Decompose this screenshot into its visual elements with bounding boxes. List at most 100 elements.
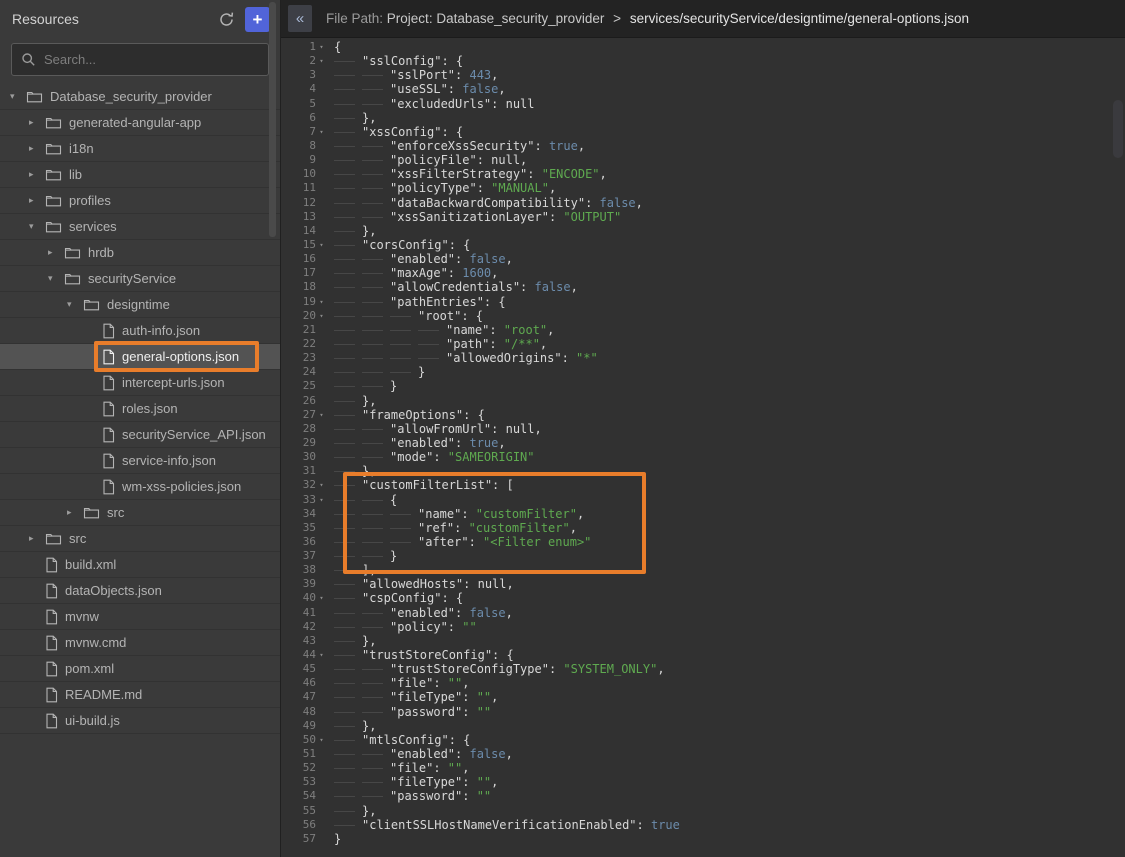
tree-caret-icon[interactable]: ▾ bbox=[29, 221, 45, 232]
tree-item[interactable]: mvnw.cmd bbox=[0, 630, 280, 656]
collapse-panel-button[interactable]: « bbox=[288, 5, 312, 32]
tree-caret-icon[interactable]: ▸ bbox=[29, 117, 45, 128]
sidebar-scrollbar-thumb[interactable] bbox=[269, 2, 276, 237]
tree-item[interactable]: README.md bbox=[0, 682, 280, 708]
token-plain: , bbox=[491, 68, 498, 82]
tree-item[interactable]: wm-xss-policies.json bbox=[0, 474, 280, 500]
tree-item-label: hrdb bbox=[88, 245, 114, 260]
fold-caret-icon[interactable]: ▾ bbox=[316, 40, 327, 54]
code-text: "frameOptions": { bbox=[334, 408, 485, 422]
tree-item[interactable]: service-info.json bbox=[0, 448, 280, 474]
tree-item[interactable]: ▾ designtime bbox=[0, 292, 280, 318]
line-number: 45 bbox=[282, 662, 316, 676]
token-plain: , bbox=[577, 507, 584, 521]
tree-caret-icon[interactable]: ▸ bbox=[29, 533, 45, 544]
indent-guides bbox=[334, 761, 390, 775]
code-text: "pathEntries": { bbox=[334, 295, 506, 309]
token-plain: }, bbox=[362, 804, 376, 818]
indent-guides bbox=[334, 705, 390, 719]
tree-item[interactable]: ▸ generated-angular-app bbox=[0, 110, 280, 136]
code-line: 46 "file": "", bbox=[281, 676, 1125, 690]
tree-item[interactable]: ▾ services bbox=[0, 214, 280, 240]
tree-caret-icon[interactable]: ▸ bbox=[29, 195, 45, 206]
tree-item[interactable]: ▸ i18n bbox=[0, 136, 280, 162]
fold-caret-icon[interactable]: ▾ bbox=[316, 408, 327, 422]
fold-caret-icon[interactable]: ▾ bbox=[316, 54, 327, 68]
code-line: 37 } bbox=[281, 549, 1125, 563]
code-text: "policyType": "MANUAL", bbox=[334, 181, 556, 195]
line-gutter: 56 bbox=[281, 818, 327, 832]
tree-caret-icon[interactable]: ▸ bbox=[29, 169, 45, 180]
fold-caret-icon[interactable]: ▾ bbox=[316, 478, 327, 492]
tree-item[interactable]: auth-info.json bbox=[0, 318, 280, 344]
code-text: }, bbox=[334, 394, 376, 408]
token-plain: "cspConfig": { bbox=[362, 591, 463, 605]
code-line: 10 "xssFilterStrategy": "ENCODE", bbox=[281, 167, 1125, 181]
tree-caret-icon[interactable]: ▾ bbox=[67, 299, 83, 310]
code-line: 31 }, bbox=[281, 464, 1125, 478]
search-input[interactable] bbox=[44, 52, 259, 67]
indent-guides bbox=[334, 125, 362, 139]
line-number: 47 bbox=[282, 690, 316, 704]
line-gutter: 12 bbox=[281, 196, 327, 210]
code-text: }, bbox=[334, 111, 376, 125]
tree-item-label: src bbox=[69, 531, 86, 546]
add-resource-button[interactable]: + bbox=[245, 7, 270, 32]
code-text: }, bbox=[334, 719, 376, 733]
indent-guides bbox=[334, 535, 418, 549]
tree-item[interactable]: ▾ securityService bbox=[0, 266, 280, 292]
token-atom: false bbox=[469, 747, 505, 761]
tree-item[interactable]: ▸ src bbox=[0, 526, 280, 552]
code-editor[interactable]: 1 ▾ { 2 ▾ "sslConfig": { 3 "sslPort": 44… bbox=[281, 38, 1125, 857]
token-atom: false bbox=[600, 196, 636, 210]
tree-item[interactable]: securityService_API.json bbox=[0, 422, 280, 448]
token-plain: "password": bbox=[390, 789, 477, 803]
token-plain: "mtlsConfig": { bbox=[362, 733, 470, 747]
fold-caret-icon[interactable]: ▾ bbox=[316, 648, 327, 662]
tree-caret-icon[interactable]: ▸ bbox=[48, 247, 64, 258]
tree-item[interactable]: ▾ Database_security_provider bbox=[0, 84, 280, 110]
token-plain: , bbox=[570, 521, 577, 535]
tree-item[interactable]: ▸ profiles bbox=[0, 188, 280, 214]
tree-caret-icon[interactable]: ▾ bbox=[48, 273, 64, 284]
indent-guides bbox=[334, 606, 390, 620]
code-line: 33 ▾ { bbox=[281, 493, 1125, 507]
code-text: "path": "/**", bbox=[334, 337, 547, 351]
tree-caret-icon[interactable]: ▾ bbox=[10, 91, 26, 102]
line-gutter: 55 bbox=[281, 804, 327, 818]
tree-item[interactable]: pom.xml bbox=[0, 656, 280, 682]
refresh-button[interactable] bbox=[215, 8, 237, 30]
tree-item[interactable]: mvnw bbox=[0, 604, 280, 630]
search-box[interactable] bbox=[11, 43, 269, 76]
tree-item[interactable]: general-options.json bbox=[0, 344, 280, 370]
tree-item[interactable]: build.xml bbox=[0, 552, 280, 578]
token-plain: "name": bbox=[418, 507, 476, 521]
tree-caret-icon[interactable]: ▸ bbox=[29, 143, 45, 154]
code-text: "clientSSLHostNameVerificationEnabled": … bbox=[334, 818, 680, 832]
line-gutter: 41 bbox=[281, 606, 327, 620]
line-gutter: 3 bbox=[281, 68, 327, 82]
code-line: 57 } bbox=[281, 832, 1125, 846]
fold-caret-icon[interactable]: ▾ bbox=[316, 125, 327, 139]
tree-item[interactable]: ▸ lib bbox=[0, 162, 280, 188]
fold-caret-icon[interactable]: ▾ bbox=[316, 493, 327, 507]
editor-scrollbar-thumb[interactable] bbox=[1113, 100, 1123, 158]
line-number: 32 bbox=[282, 478, 316, 492]
fold-caret-icon[interactable]: ▾ bbox=[316, 591, 327, 605]
line-gutter: 45 bbox=[281, 662, 327, 676]
tree-item[interactable]: dataObjects.json bbox=[0, 578, 280, 604]
tree-item[interactable]: roles.json bbox=[0, 396, 280, 422]
fold-caret-icon[interactable]: ▾ bbox=[316, 295, 327, 309]
token-string: "ENCODE" bbox=[542, 167, 600, 181]
fold-caret-icon[interactable]: ▾ bbox=[316, 309, 327, 323]
indent-guides bbox=[334, 365, 418, 379]
token-string: "MANUAL" bbox=[491, 181, 549, 195]
tree-item[interactable]: ▸ src bbox=[0, 500, 280, 526]
tree-item[interactable]: intercept-urls.json bbox=[0, 370, 280, 396]
fold-caret-icon[interactable]: ▾ bbox=[316, 238, 327, 252]
tree-item[interactable]: ui-build.js bbox=[0, 708, 280, 734]
line-number: 15 bbox=[282, 238, 316, 252]
tree-item[interactable]: ▸ hrdb bbox=[0, 240, 280, 266]
tree-caret-icon[interactable]: ▸ bbox=[67, 507, 83, 518]
fold-caret-icon[interactable]: ▾ bbox=[316, 733, 327, 747]
